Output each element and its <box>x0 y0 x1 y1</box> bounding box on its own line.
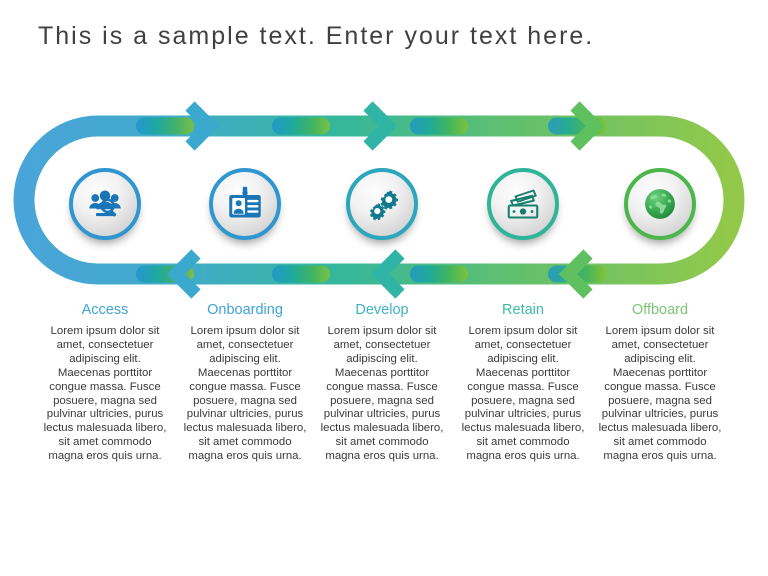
step-column-2: Onboarding Lorem ipsum dolor sit amet, c… <box>169 300 321 464</box>
step-node-2[interactable] <box>209 168 281 240</box>
step-column-1: Access Lorem ipsum dolor sit amet, conse… <box>29 300 181 464</box>
step-node-4[interactable] <box>487 168 559 240</box>
step-column-5: Offboard Lorem ipsum dolor sit amet, con… <box>584 300 736 464</box>
step-label-5: Offboard <box>631 302 689 318</box>
step-label-3: Develop <box>355 302 409 318</box>
globe-icon <box>624 168 696 240</box>
gears-icon <box>346 168 418 240</box>
step-node-3[interactable] <box>346 168 418 240</box>
step-node-5[interactable] <box>624 168 696 240</box>
step-label-4: Retain <box>502 302 544 318</box>
step-column-4: Retain Lorem ipsum dolor sit amet, conse… <box>447 300 599 464</box>
step-body-4: Lorem ipsum dolor sit amet, consectetuer… <box>461 325 585 463</box>
step-node-1[interactable] <box>69 168 141 240</box>
id-badge-icon <box>209 168 281 240</box>
step-body-5: Lorem ipsum dolor sit amet, consectetuer… <box>598 325 722 463</box>
step-body-2: Lorem ipsum dolor sit amet, consectetuer… <box>183 325 307 463</box>
people-search-icon <box>69 168 141 240</box>
step-column-3: Develop Lorem ipsum dolor sit amet, cons… <box>306 300 458 464</box>
money-cash-icon <box>487 168 559 240</box>
step-body-3: Lorem ipsum dolor sit amet, consectetuer… <box>320 325 444 463</box>
page-title: This is a sample text. Enter your text h… <box>38 22 595 50</box>
slide-canvas: This is a sample text. Enter your text h… <box>0 0 768 576</box>
step-label-2: Onboarding <box>207 302 283 318</box>
step-body-1: Lorem ipsum dolor sit amet, consectetuer… <box>43 325 167 463</box>
step-label-1: Access <box>81 302 129 318</box>
